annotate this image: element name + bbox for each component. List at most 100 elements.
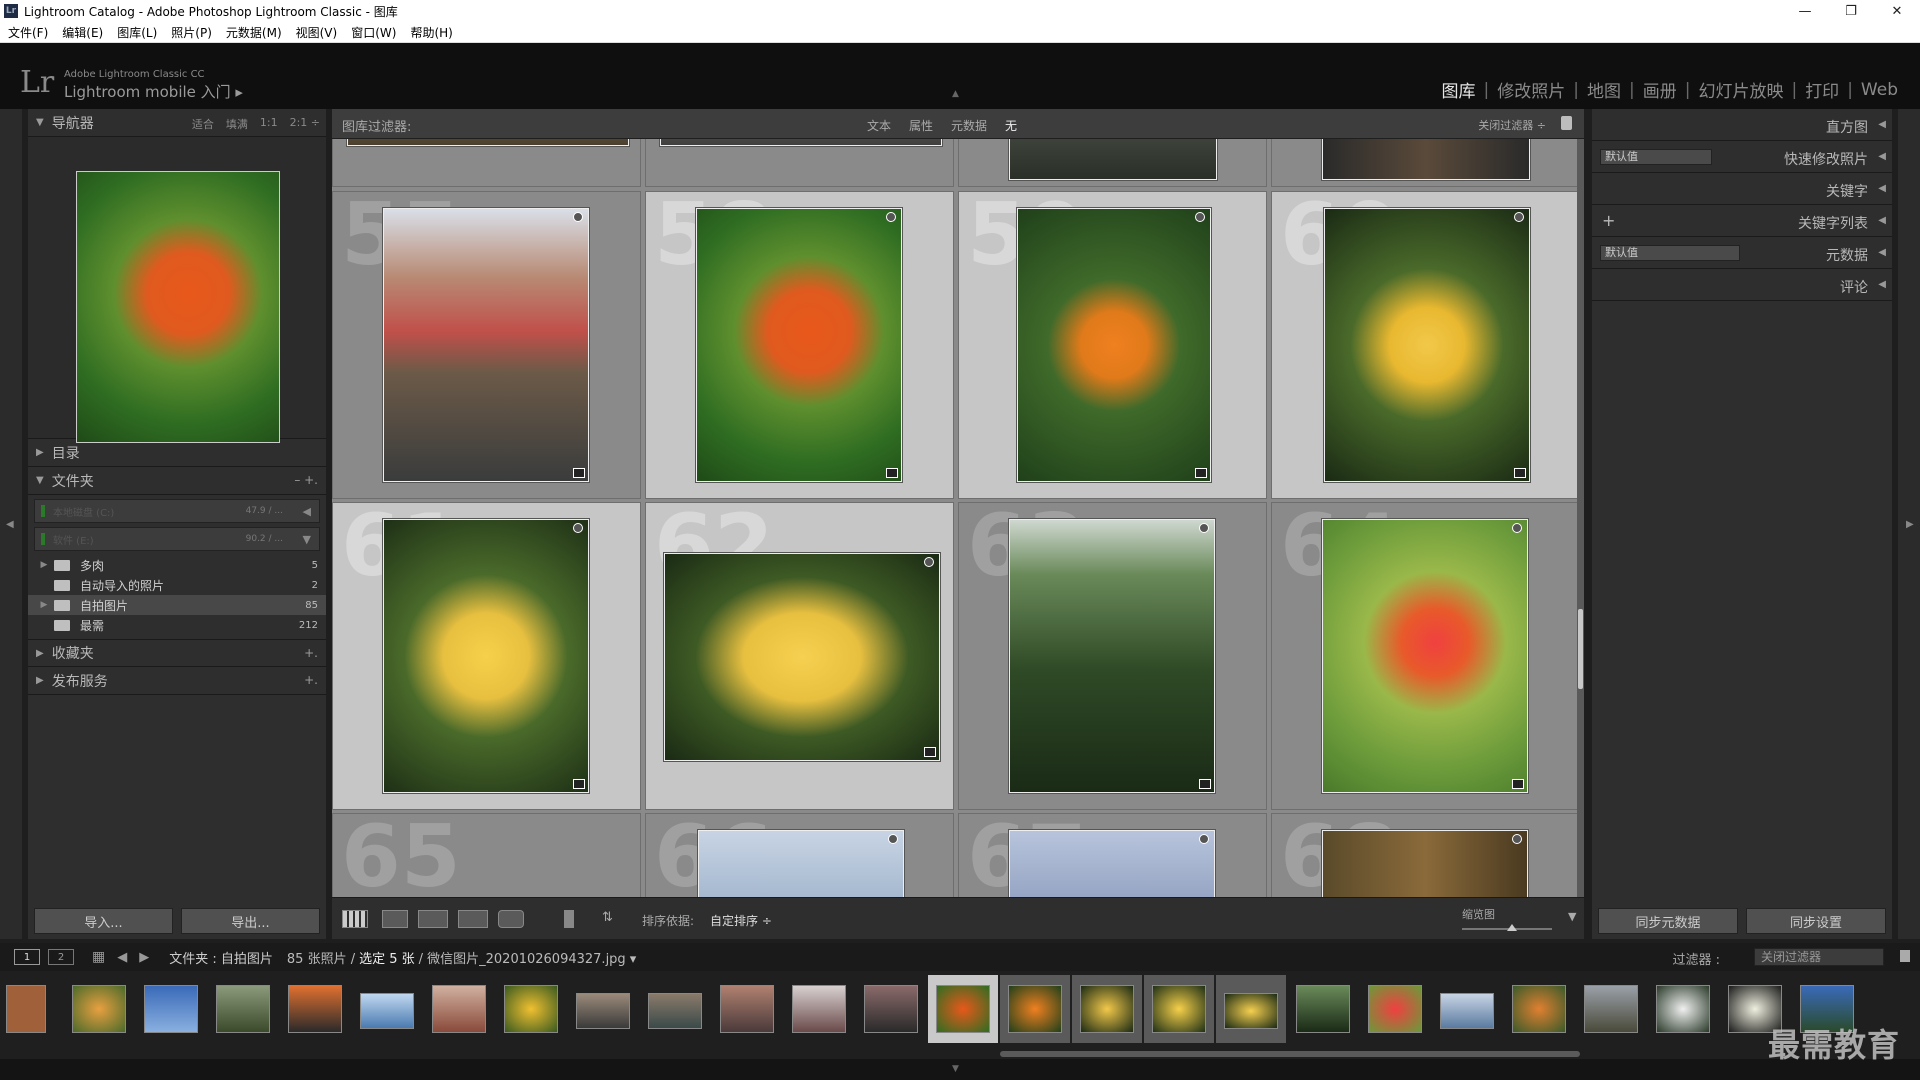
- scrollbar-thumb[interactable]: [1578, 609, 1583, 689]
- filmstrip-thumb[interactable]: [1504, 975, 1574, 1043]
- folder-item-selfie[interactable]: ▶ 自拍图片 85: [28, 595, 326, 615]
- collapse-triangle-icon[interactable]: ◀: [1878, 247, 1886, 258]
- menu-metadata[interactable]: 元数据(M): [226, 24, 282, 41]
- back-arrow-icon[interactable]: ◀: [117, 950, 127, 965]
- grid-cell[interactable]: 67: [958, 813, 1267, 897]
- nav-fit-option[interactable]: 适合: [192, 116, 214, 132]
- expand-triangle-icon[interactable]: ▶: [36, 447, 44, 458]
- module-print[interactable]: 打印: [1797, 77, 1847, 102]
- filter-attribute-option[interactable]: 属性: [909, 117, 933, 134]
- drive-expand-icon[interactable]: ◀: [303, 505, 311, 518]
- filmstrip-thumb[interactable]: [784, 975, 854, 1043]
- grid-cell[interactable]: [645, 139, 954, 187]
- grid-cell[interactable]: 66: [645, 813, 954, 897]
- grid-cell[interactable]: [1271, 139, 1580, 187]
- selection-dot-icon[interactable]: [1195, 212, 1205, 222]
- toolbar-options-chevron-icon[interactable]: ▼: [1568, 910, 1576, 923]
- restore-icon[interactable]: ❐: [1828, 0, 1874, 22]
- filmstrip-thumb[interactable]: [712, 975, 782, 1043]
- photo-grid[interactable]: 55 58 59 60 61 62 63: [332, 139, 1584, 897]
- nav-fill-option[interactable]: 填满: [226, 116, 248, 132]
- top-panel-toggle-icon[interactable]: ▲: [952, 89, 959, 99]
- primary-display-button[interactable]: 1: [14, 949, 40, 965]
- grid-cell[interactable]: 60: [1271, 191, 1580, 499]
- collapse-triangle-icon[interactable]: ◀: [1878, 215, 1886, 226]
- module-web[interactable]: Web: [1853, 80, 1906, 100]
- catalog-header[interactable]: ▶ 目录: [28, 439, 326, 467]
- spray-can-icon[interactable]: [564, 910, 574, 928]
- selection-dot-icon[interactable]: [888, 834, 898, 844]
- filmstrip-thumb[interactable]: [280, 975, 350, 1043]
- collapse-triangle-icon[interactable]: ◀: [1878, 279, 1886, 290]
- keywords-header[interactable]: 关键字 ◀: [1592, 173, 1892, 205]
- folder-expand-icon[interactable]: ▶: [34, 600, 54, 610]
- loupe-view-icon[interactable]: [382, 910, 408, 928]
- filmstrip-thumb[interactable]: [496, 975, 566, 1043]
- lock-icon[interactable]: [1561, 116, 1572, 130]
- left-panel-toggle-icon[interactable]: ◀: [6, 519, 14, 530]
- grid-cell[interactable]: 65: [332, 813, 641, 897]
- mobile-link[interactable]: Lightroom mobile 入门 ▸: [64, 81, 243, 102]
- secondary-display-button[interactable]: 2: [48, 949, 74, 965]
- selection-dot-icon[interactable]: [573, 212, 583, 222]
- current-file-name[interactable]: / 微信图片_20201026094327.jpg ▾: [419, 948, 637, 967]
- filter-none-option[interactable]: 无: [1005, 117, 1017, 134]
- publish-header[interactable]: ▶ 发布服务 +.: [28, 667, 326, 695]
- navigator-header[interactable]: ▼ 导航器 适合 填满 1:1 2:1 ÷: [28, 109, 326, 137]
- grid-cell[interactable]: 68: [1271, 813, 1580, 897]
- expand-triangle-icon[interactable]: ▶: [36, 648, 44, 659]
- histogram-header[interactable]: 直方图 ◀: [1592, 109, 1892, 141]
- sort-dropdown[interactable]: 自定排序 ÷: [710, 912, 772, 929]
- metadata-header[interactable]: 默认值 元数据 ◀: [1592, 237, 1892, 269]
- collapse-triangle-icon[interactable]: ◀: [1878, 119, 1886, 130]
- module-library[interactable]: 图库: [1434, 77, 1484, 102]
- filmstrip-thumb[interactable]: [0, 975, 70, 1043]
- publish-add-button[interactable]: +.: [304, 673, 318, 687]
- navigator-preview[interactable]: [28, 137, 326, 443]
- folders-add-remove[interactable]: – +.: [294, 473, 318, 487]
- filmstrip-thumb[interactable]: [1432, 975, 1502, 1043]
- filmstrip-thumb[interactable]: [1648, 975, 1718, 1043]
- add-keyword-icon[interactable]: +: [1602, 211, 1615, 230]
- menu-window[interactable]: 窗口(W): [351, 24, 396, 41]
- minimize-icon[interactable]: —: [1782, 0, 1828, 22]
- selection-dot-icon[interactable]: [1199, 834, 1209, 844]
- filmstrip-filter-select[interactable]: 关闭过滤器: [1754, 948, 1884, 966]
- grid-cell[interactable]: 55: [332, 191, 641, 499]
- export-button[interactable]: 导出...: [181, 908, 320, 934]
- slider-knob[interactable]: [1507, 924, 1517, 931]
- filmstrip-thumb[interactable]: [1288, 975, 1358, 1043]
- module-slideshow[interactable]: 幻灯片放映: [1690, 77, 1791, 102]
- filmstrip-thumb[interactable]: [1360, 975, 1430, 1043]
- menu-edit[interactable]: 编辑(E): [62, 24, 103, 41]
- filmstrip-thumb[interactable]: [424, 975, 494, 1043]
- preset-select[interactable]: 默认值: [1600, 149, 1712, 165]
- folder-item-succulents[interactable]: ▶ 多肉 5: [28, 555, 326, 575]
- collapse-triangle-icon[interactable]: ◀: [1878, 183, 1886, 194]
- filmstrip-thumb-selected[interactable]: [1144, 975, 1214, 1043]
- folders-header[interactable]: ▼ 文件夹 – +.: [28, 467, 326, 495]
- filmstrip-thumb-selected[interactable]: [1216, 975, 1286, 1043]
- filmstrip-thumb[interactable]: [136, 975, 206, 1043]
- filter-metadata-option[interactable]: 元数据: [951, 117, 987, 134]
- people-view-icon[interactable]: [498, 910, 524, 928]
- menu-library[interactable]: 图库(L): [117, 24, 157, 41]
- selection-dot-icon[interactable]: [886, 212, 896, 222]
- right-panel-toggle-icon[interactable]: ▶: [1906, 519, 1914, 530]
- module-map[interactable]: 地图: [1579, 77, 1629, 102]
- filmstrip-thumb-selected[interactable]: [1072, 975, 1142, 1043]
- keyword-list-header[interactable]: + 关键字列表 ◀: [1592, 205, 1892, 237]
- selection-dot-icon[interactable]: [1512, 523, 1522, 533]
- quick-develop-header[interactable]: 默认值 快速修改照片 ◀: [1592, 141, 1892, 173]
- expand-triangle-icon[interactable]: ▶: [36, 675, 44, 686]
- folder-expand-icon[interactable]: ▶: [34, 560, 54, 570]
- compare-view-icon[interactable]: [418, 910, 448, 928]
- nav-2to1-option[interactable]: 2:1 ÷: [290, 116, 320, 132]
- filmstrip-thumb[interactable]: [640, 975, 710, 1043]
- right-panel-edge[interactable]: ▶: [1898, 109, 1920, 939]
- collections-header[interactable]: ▶ 收藏夹 +.: [28, 639, 326, 667]
- selection-dot-icon[interactable]: [1199, 523, 1209, 533]
- bottom-panel-toggle-icon[interactable]: ▼: [952, 1064, 959, 1074]
- selection-dot-icon[interactable]: [924, 557, 934, 567]
- sync-settings-button[interactable]: 同步设置: [1746, 908, 1886, 934]
